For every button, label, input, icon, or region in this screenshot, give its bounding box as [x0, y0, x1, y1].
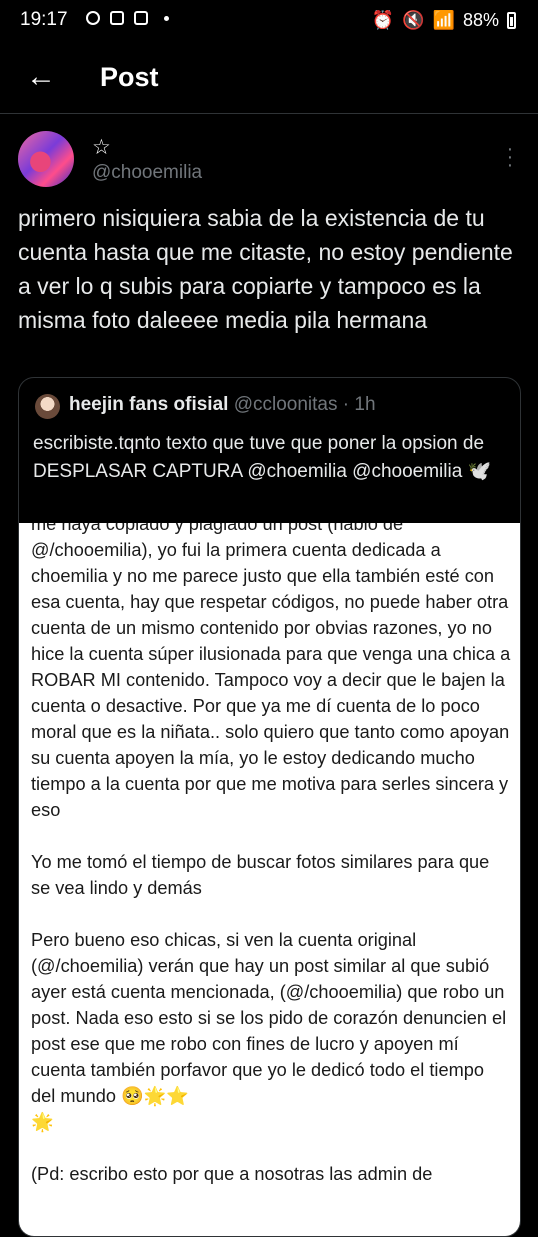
- system-status: ⏰ 🔇 📶 88%: [372, 10, 516, 31]
- more-options-icon[interactable]: · · ·: [505, 139, 515, 175]
- notification-icons: [86, 11, 169, 25]
- quoted-screenshot-image[interactable]: me haya copiado y plagiado un post (habl…: [19, 523, 520, 1236]
- quoted-post-header: heejin fans ofisial @ccloonitas · 1h: [69, 394, 376, 416]
- quoted-handle: @ccloonitas: [233, 394, 338, 415]
- quoted-post-text: escribiste.tqnto texto que tuve que pone…: [33, 433, 492, 482]
- quoted-author-avatar: [35, 394, 60, 419]
- battery-icon: [507, 12, 516, 29]
- quoted-separator: ·: [342, 394, 350, 415]
- more-notifications-icon: [164, 15, 169, 21]
- screenshot-paragraph: me haya copiado y plagiado un post (habl…: [31, 523, 511, 820]
- author-avatar[interactable]: [18, 131, 74, 187]
- pinterest-icon: [86, 11, 100, 25]
- author-handle[interactable]: @chooemilia: [92, 162, 202, 184]
- alarm-icon: ⏰: [371, 10, 395, 30]
- status-time: 19:17: [20, 9, 68, 30]
- quoted-time: 1h: [354, 394, 376, 415]
- header-divider: [0, 113, 538, 114]
- screenshot-paragraph: (Pd: escribo esto por que a nosotras las…: [31, 1164, 433, 1184]
- gallery-icon: [110, 11, 124, 25]
- back-arrow-icon[interactable]: ←: [26, 62, 56, 92]
- screenshot-text: me haya copiado y plagiado un post (habl…: [31, 523, 513, 1213]
- wifi-icon: 📶: [432, 10, 455, 30]
- mute-icon: 🔇: [402, 10, 425, 30]
- screenshot-paragraph: Yo me tomó el tiempo de buscar fotos sim…: [31, 852, 490, 898]
- post-text: primero nisiquiera sabia de la existenci…: [18, 205, 513, 333]
- page-title: Post: [100, 62, 159, 92]
- battery-percent: 88%: [462, 10, 499, 30]
- author-display-name[interactable]: ☆: [92, 137, 111, 159]
- screenshot-icon: [134, 11, 148, 25]
- quoted-post[interactable]: heejin fans ofisial @ccloonitas · 1h esc…: [18, 377, 521, 1237]
- quoted-display-name: heejin fans ofisial: [69, 394, 229, 415]
- status-bar: 19:17 ⏰ 🔇 📶 88%: [0, 0, 538, 44]
- screenshot-paragraph: Pero bueno eso chicas, si ven la cuenta …: [31, 930, 507, 1132]
